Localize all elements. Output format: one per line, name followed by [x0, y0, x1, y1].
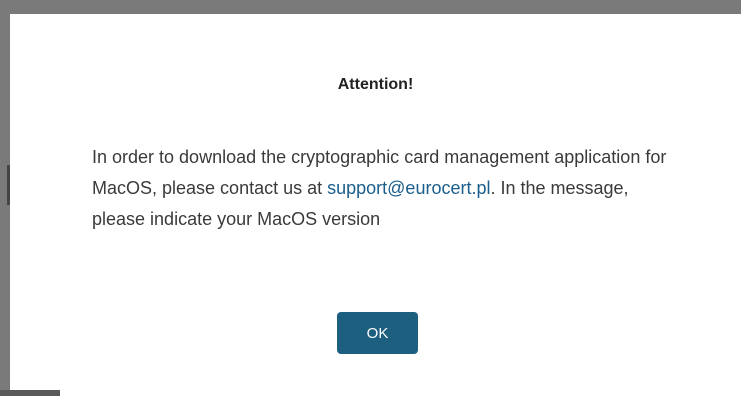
- support-email-link[interactable]: support@eurocert.pl: [327, 178, 490, 198]
- attention-dialog: Attention! In order to download the cryp…: [10, 14, 741, 390]
- overlay-bottom-edge: [0, 390, 60, 396]
- dialog-title: Attention!: [337, 76, 414, 93]
- overlay-top-edge: [0, 0, 741, 14]
- page-backdrop: Attention! In order to download the cryp…: [0, 0, 741, 396]
- dialog-message: In order to download the cryptographic c…: [92, 142, 682, 235]
- ok-button[interactable]: OK: [337, 312, 418, 354]
